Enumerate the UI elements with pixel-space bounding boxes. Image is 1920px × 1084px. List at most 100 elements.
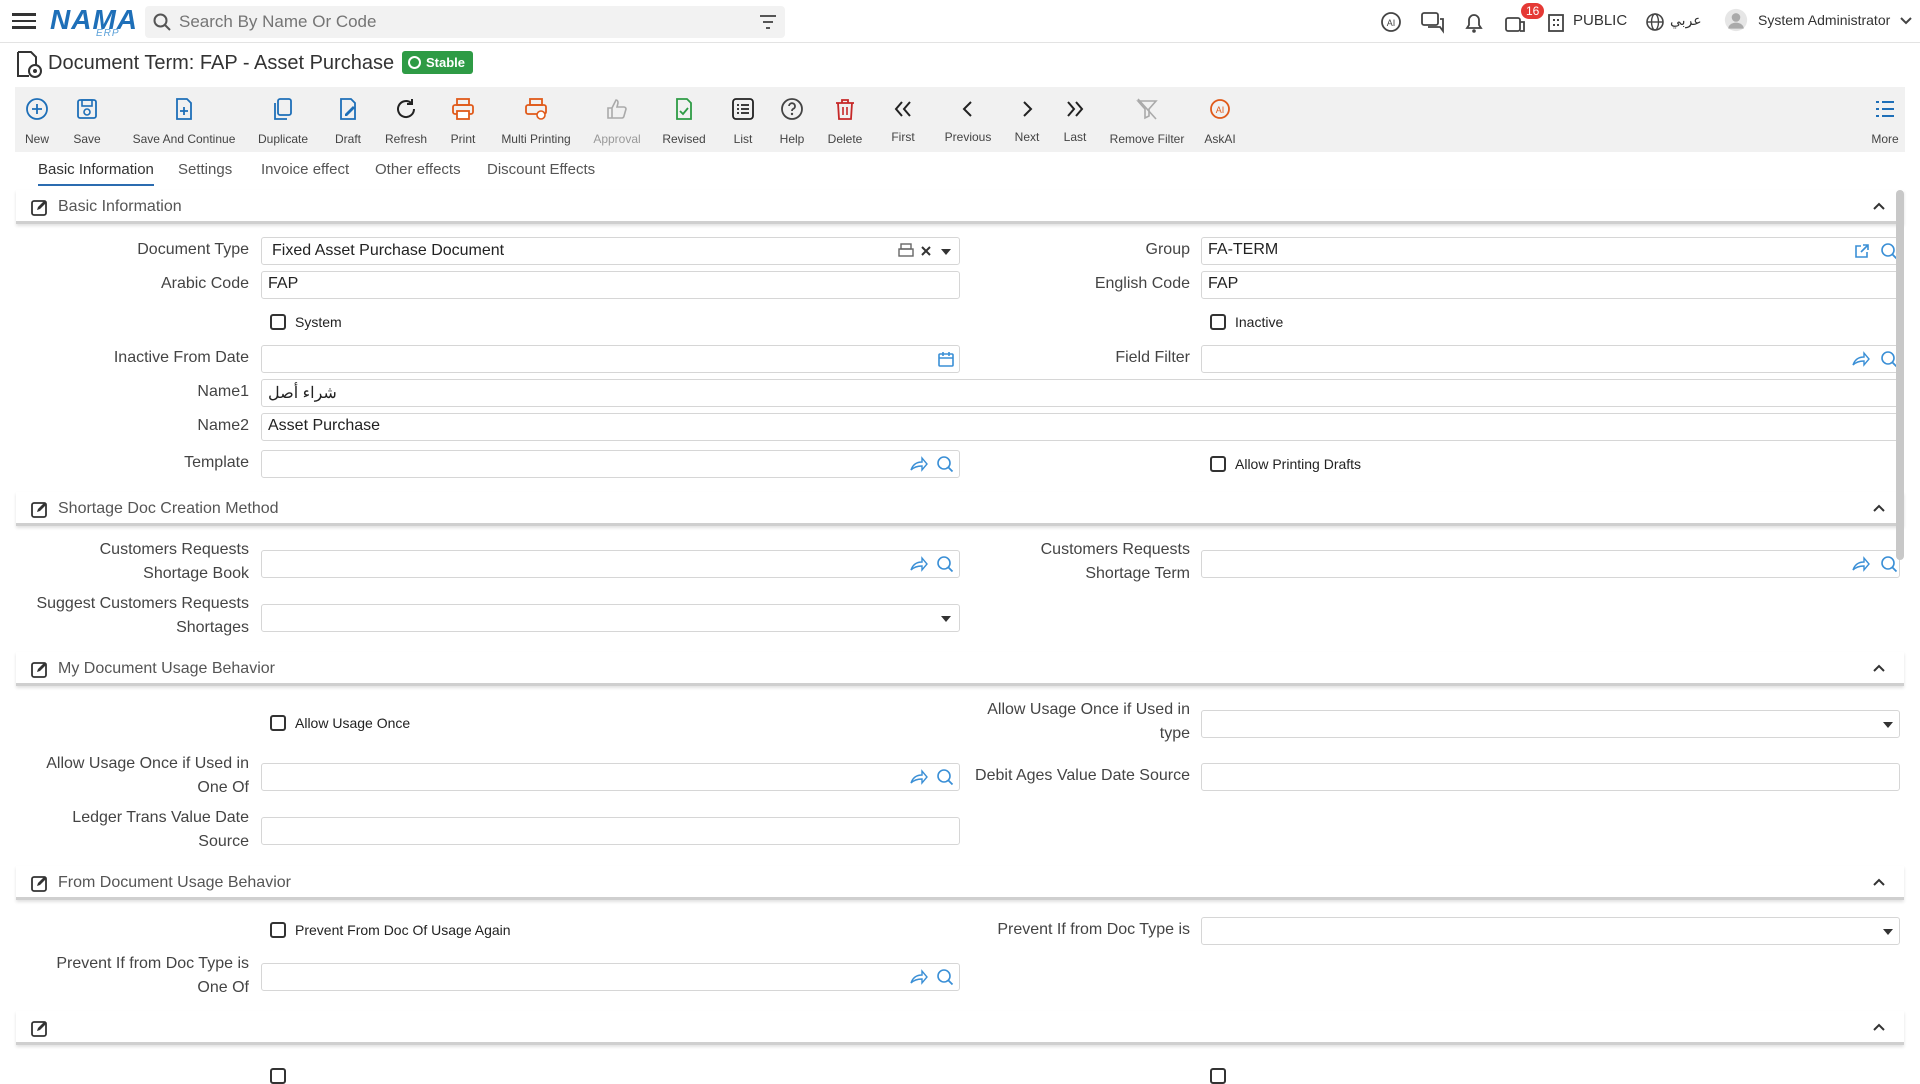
multi-printing-button[interactable]: Multi Printing xyxy=(495,87,577,152)
share-arrow-icon[interactable] xyxy=(1852,556,1870,572)
name2-field[interactable]: Asset Purchase xyxy=(261,413,1900,441)
dropdown-arrow-icon[interactable] xyxy=(1882,928,1894,936)
system-checkbox[interactable] xyxy=(270,314,286,330)
suggest-customers-requests-shortages-select[interactable] xyxy=(261,604,960,632)
approval-button[interactable]: Approval xyxy=(589,87,645,152)
tab-invoice-effect[interactable]: Invoice effect xyxy=(261,161,349,178)
language-switch[interactable]: عربي xyxy=(1670,12,1702,29)
system-label: System xyxy=(295,314,342,330)
delete-button[interactable]: Delete xyxy=(819,87,871,152)
tab-other-effects[interactable]: Other effects xyxy=(375,161,461,178)
allow-usage-once-checkbox[interactable] xyxy=(270,715,286,731)
prevent-if-from-doc-type-select[interactable] xyxy=(1201,917,1900,945)
refresh-button[interactable]: Refresh xyxy=(380,87,432,152)
chevron-down-icon[interactable] xyxy=(1900,16,1912,26)
allow-usage-once-one-of-field[interactable] xyxy=(261,763,960,791)
prevent-from-doc-usage-again-checkbox[interactable] xyxy=(270,922,286,938)
save-and-continue-button[interactable]: Save And Continue xyxy=(129,87,239,152)
chevron-up-icon[interactable] xyxy=(1872,663,1886,673)
remove-filter-button[interactable]: Remove Filter xyxy=(1104,87,1190,152)
clear-icon[interactable] xyxy=(920,245,932,257)
partial-checkbox[interactable] xyxy=(270,1068,286,1084)
section-basic-information[interactable]: Basic Information xyxy=(16,190,1904,224)
search-lookup-icon[interactable] xyxy=(1880,555,1898,573)
partial-checkbox[interactable] xyxy=(1210,1068,1226,1084)
ai-assistant-icon[interactable]: AI xyxy=(1378,10,1404,34)
avatar[interactable] xyxy=(1722,8,1750,32)
inactive-from-date-field[interactable] xyxy=(261,345,960,373)
search-input[interactable] xyxy=(179,11,739,33)
trash-icon xyxy=(836,99,854,120)
status-badge: Stable xyxy=(402,51,474,74)
revised-button[interactable]: Revised xyxy=(658,87,710,152)
chat-icon[interactable] xyxy=(1420,10,1446,34)
first-button[interactable]: First xyxy=(881,87,925,152)
group-field[interactable]: FA-TERM xyxy=(1201,237,1900,265)
share-arrow-icon[interactable] xyxy=(910,456,928,472)
dropdown-arrow-icon[interactable] xyxy=(940,248,952,256)
duplicate-button[interactable]: Duplicate xyxy=(253,87,313,152)
field-filter-field[interactable] xyxy=(1201,345,1900,373)
search-lookup-icon[interactable] xyxy=(936,968,954,986)
filter-icon[interactable] xyxy=(759,14,777,30)
chevron-right-icon xyxy=(1023,101,1033,117)
search-lookup-icon[interactable] xyxy=(936,555,954,573)
document-type-select[interactable]: Fixed Asset Purchase Document xyxy=(261,237,960,265)
print-lookup-icon[interactable] xyxy=(898,242,916,260)
draft-button[interactable]: Draft xyxy=(326,87,370,152)
customers-requests-shortage-term-label: Customers Requests Shortage Term xyxy=(1040,541,1190,582)
branch-selector[interactable]: PUBLIC xyxy=(1573,12,1627,29)
help-button[interactable]: Help xyxy=(770,87,814,152)
share-arrow-icon[interactable] xyxy=(910,969,928,985)
scrollbar[interactable] xyxy=(1896,190,1904,560)
next-button[interactable]: Next xyxy=(1005,87,1049,152)
share-arrow-icon[interactable] xyxy=(1852,351,1870,367)
template-field[interactable] xyxy=(261,450,960,478)
chevron-up-icon[interactable] xyxy=(1872,503,1886,513)
section-shortage-doc-creation[interactable]: Shortage Doc Creation Method xyxy=(16,492,1904,526)
tab-discount-effects[interactable]: Discount Effects xyxy=(487,161,595,178)
tab-settings[interactable]: Settings xyxy=(178,161,232,178)
inactive-from-date-label: Inactive From Date xyxy=(113,349,249,366)
name1-field[interactable]: شراء أصل xyxy=(261,379,1900,407)
prevent-if-from-doc-type-one-of-field[interactable] xyxy=(261,963,960,991)
nama-erp-logo[interactable]: NAMA ERP xyxy=(50,4,138,39)
user-menu[interactable]: System Administrator xyxy=(1758,12,1890,28)
dropdown-arrow-icon[interactable] xyxy=(940,615,952,623)
section-from-document-usage[interactable]: From Document Usage Behavior xyxy=(16,866,1904,900)
ledger-trans-value-date-source-field[interactable] xyxy=(261,817,960,845)
share-arrow-icon[interactable] xyxy=(910,769,928,785)
prevent-if-from-doc-type-label: Prevent If from Doc Type is xyxy=(997,921,1190,938)
new-button[interactable]: New xyxy=(15,87,59,152)
arabic-code-field[interactable]: FAP xyxy=(261,271,960,299)
askai-button[interactable]: AI AskAI xyxy=(1197,87,1243,152)
save-continue-icon xyxy=(176,98,192,120)
calendar-icon[interactable] xyxy=(938,351,954,367)
tab-basic-information[interactable]: Basic Information xyxy=(38,161,154,186)
debit-ages-value-date-source-field[interactable] xyxy=(1201,763,1900,791)
allow-printing-drafts-checkbox[interactable] xyxy=(1210,456,1226,472)
chevron-up-icon[interactable] xyxy=(1872,201,1886,211)
dropdown-arrow-icon[interactable] xyxy=(1882,721,1894,729)
more-button[interactable]: More xyxy=(1865,87,1905,152)
open-external-icon[interactable] xyxy=(1854,243,1870,259)
chevron-up-icon[interactable] xyxy=(1872,877,1886,887)
section-my-document-usage[interactable]: My Document Usage Behavior xyxy=(16,652,1904,686)
search-lookup-icon[interactable] xyxy=(936,455,954,473)
previous-button[interactable]: Previous xyxy=(937,87,999,152)
chevron-up-icon[interactable] xyxy=(1872,1022,1886,1032)
customers-requests-shortage-term-field[interactable] xyxy=(1201,550,1900,578)
search-lookup-icon[interactable] xyxy=(936,768,954,786)
english-code-field[interactable]: FAP xyxy=(1201,271,1900,299)
last-button[interactable]: Last xyxy=(1053,87,1097,152)
share-arrow-icon[interactable] xyxy=(910,556,928,572)
save-button[interactable]: Save xyxy=(65,87,109,152)
section-untitled[interactable] xyxy=(16,1011,1904,1045)
menu-icon[interactable] xyxy=(12,10,36,32)
inactive-checkbox[interactable] xyxy=(1210,314,1226,330)
bell-icon[interactable] xyxy=(1461,10,1487,34)
customers-requests-shortage-book-field[interactable] xyxy=(261,550,960,578)
allow-usage-once-type-select[interactable] xyxy=(1201,710,1900,738)
list-button[interactable]: List xyxy=(723,87,763,152)
print-button[interactable]: Print xyxy=(441,87,485,152)
